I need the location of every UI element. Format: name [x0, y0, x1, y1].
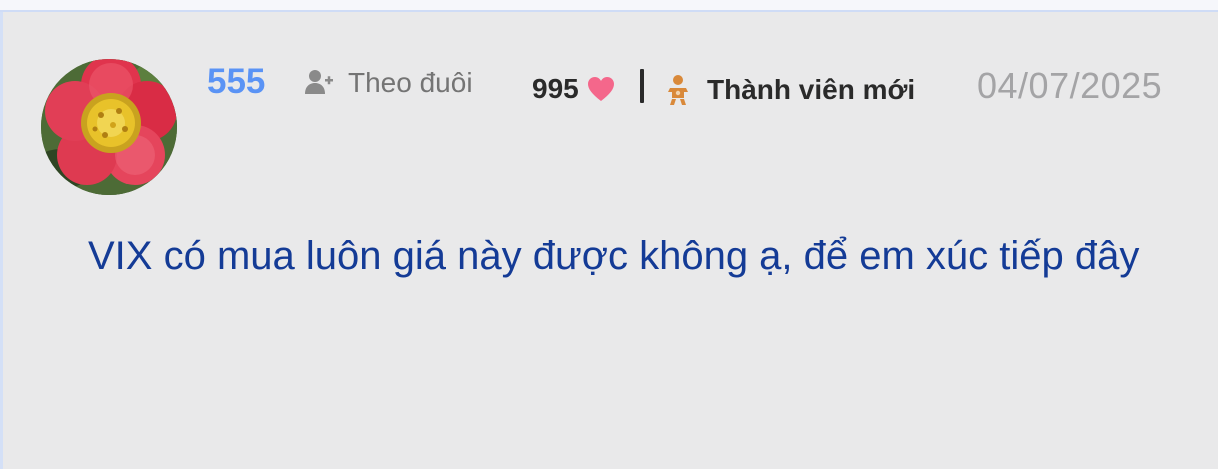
user-avatar[interactable]: [41, 59, 177, 195]
user-plus-icon: [304, 68, 334, 98]
baby-icon: [666, 74, 690, 106]
follow-label: Theo đuôi: [348, 67, 473, 98]
follow-button[interactable]: Theo đuôi: [304, 66, 473, 100]
vertical-divider: [640, 69, 644, 103]
post-date: 04/07/2025: [977, 65, 1163, 106]
post-content: VIX có mua luôn giá này được không ạ, để…: [88, 234, 1140, 278]
comment-post: 555 Theo đuôi 995 Thành viên mới 04/07/2…: [3, 14, 1218, 469]
heart-icon[interactable]: [587, 76, 615, 102]
member-rank-badge: Thành viên mới: [666, 72, 915, 108]
top-separator: [0, 0, 1218, 12]
username-link[interactable]: 555: [207, 62, 265, 102]
like-counter: 995: [532, 72, 615, 106]
like-count: 995: [532, 73, 579, 104]
red-flower-avatar-icon: [41, 59, 177, 195]
member-rank-label: Thành viên mới: [707, 74, 916, 105]
